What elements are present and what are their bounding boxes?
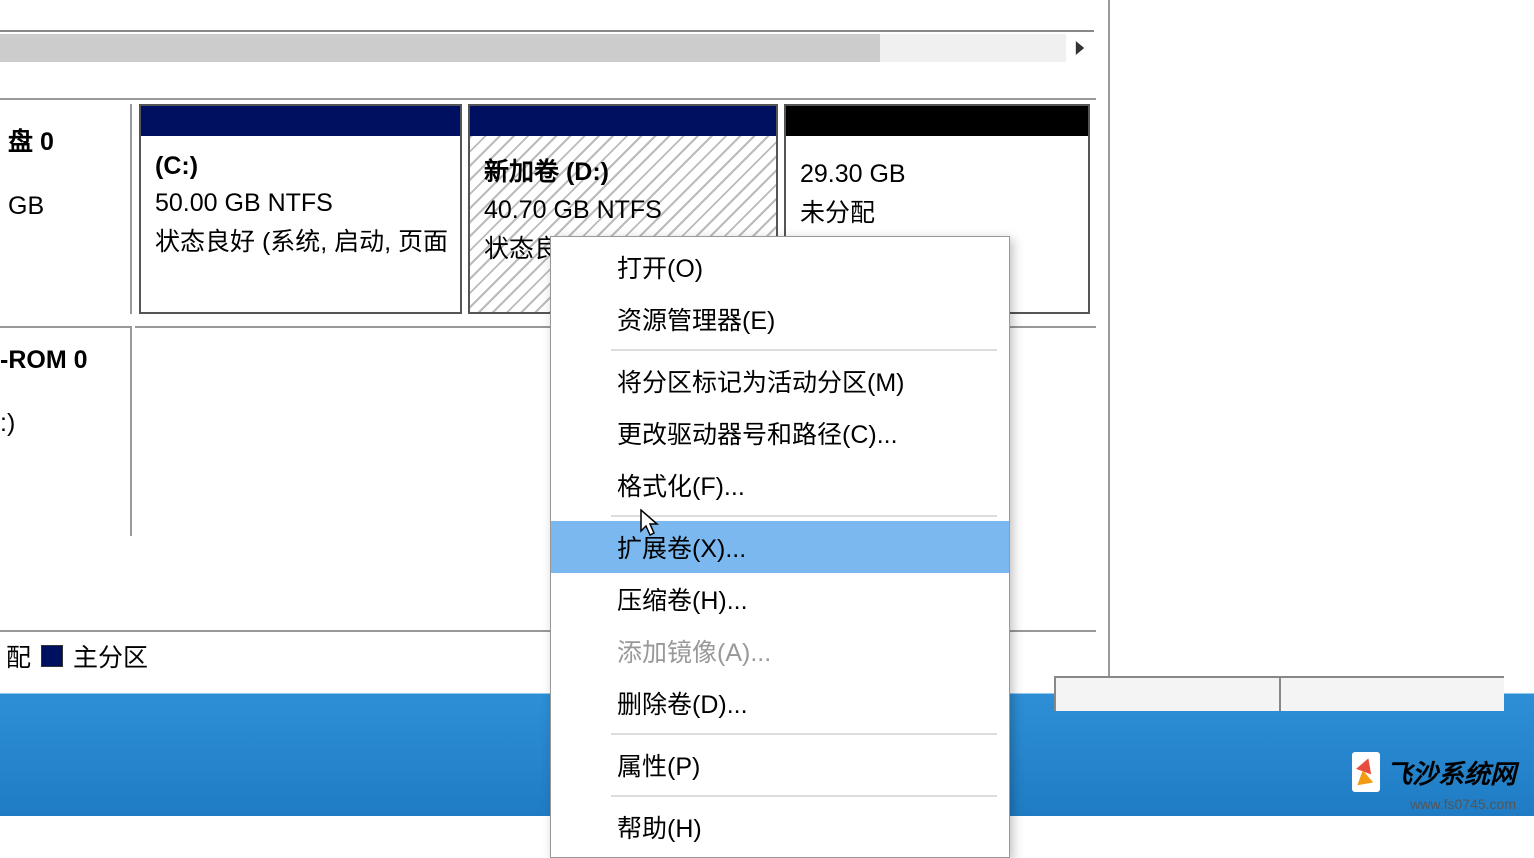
menu-open[interactable]: 打开(O) [551,241,1009,293]
scroll-right-button[interactable] [1066,34,1094,62]
menu-help[interactable]: 帮助(H) [551,801,1009,853]
partition-d-info: 40.70 GB NTFS [484,196,764,225]
horizontal-scrollbar[interactable] [0,34,1066,62]
menu-separator [611,515,997,517]
menu-explorer[interactable]: 资源管理器(E) [551,293,1009,345]
cdrom-info-cell[interactable]: -ROM 0 :) [0,326,132,536]
partition-unalloc-info: 29.30 GB [800,160,1076,189]
partition-c[interactable]: (C:) 50.00 GB NTFS 状态良好 (系统, 启动, 页面) [139,104,462,314]
partition-context-menu: 打开(O) 资源管理器(E) 将分区标记为活动分区(M) 更改驱动器号和路径(C… [550,236,1010,858]
partition-d-title: 新加卷 (D:) [484,152,764,188]
menu-shrink-volume[interactable]: 压缩卷(H)... [551,573,1009,625]
cdrom-label: -ROM 0 [0,346,124,375]
watermark-url: www.fs0745.com [1410,796,1516,812]
upper-list-pane [0,0,1094,32]
disk0-size: GB [8,192,122,221]
partition-c-info: 50.00 GB NTFS [155,189,448,218]
menu-separator [611,733,997,735]
menu-extend-volume[interactable]: 扩展卷(X)... [551,521,1009,573]
brand-logo-icon [1352,752,1380,792]
menu-delete-volume[interactable]: 删除卷(D)... [551,677,1009,729]
legend-primary-label: 主分区 [73,638,148,674]
partition-c-status: 状态良好 (系统, 启动, 页面) [155,222,448,258]
disk-graphical-view: 盘 0 GB (C:) 50.00 GB NTFS 状态良好 (系统, 启动, … [0,98,1096,100]
menu-separator [611,795,997,797]
menu-properties[interactable]: 属性(P) [551,739,1009,791]
partition-unalloc-status: 未分配 [800,193,1076,229]
legend-primary-swatch [41,645,63,667]
disk0-info-cell[interactable]: 盘 0 GB [0,104,132,314]
menu-format[interactable]: 格式化(F)... [551,459,1009,511]
partition-c-header [141,106,460,136]
brand-name: 飞沙系统网 [1386,754,1516,791]
partition-d-header [470,106,776,136]
partition-c-title: (C:) [155,152,448,181]
menu-separator [611,349,997,351]
taskbar-tray [1054,676,1504,711]
scrollbar-thumb[interactable] [0,34,880,62]
menu-change-drive-letter[interactable]: 更改驱动器号和路径(C)... [551,407,1009,459]
partition-unallocated-header [786,106,1088,136]
cdrom-sub: :) [0,409,124,438]
legend-unallocated-label: 配 [6,638,31,674]
tray-item-1[interactable] [1054,678,1279,711]
tray-item-2[interactable] [1279,678,1504,711]
disk0-label: 盘 0 [8,122,122,158]
menu-add-mirror: 添加镜像(A)... [551,625,1009,677]
watermark-brand: 飞沙系统网 [1352,752,1516,792]
menu-mark-active[interactable]: 将分区标记为活动分区(M) [551,355,1009,407]
